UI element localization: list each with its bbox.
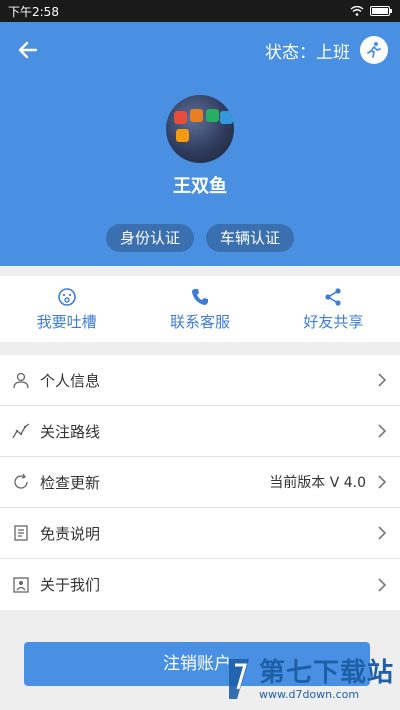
menu-item-followed-routes[interactable]: 关注路线 <box>0 406 400 457</box>
about-icon <box>13 576 29 593</box>
share-friends-button[interactable]: 好友共享 <box>267 276 400 342</box>
current-version-text: 当前版本 V 4.0 <box>269 475 366 491</box>
chevron-right-icon <box>378 373 387 387</box>
avatar[interactable] <box>166 95 234 163</box>
menu-item-label: 关于我们 <box>40 576 101 594</box>
status-bar: 下午2:58 <box>0 0 400 22</box>
route-icon <box>12 423 30 439</box>
battery-icon <box>370 6 392 16</box>
menu-item-label: 免责说明 <box>40 524 101 543</box>
status-time: 下午2:58 <box>8 4 59 19</box>
refresh-icon <box>14 473 28 489</box>
chevron-right-icon <box>378 475 387 489</box>
face-icon <box>57 287 76 306</box>
settings-menu: 个人信息 关注路线 检查更新 当前版本 V 4.0 免责说明 关于我们 <box>0 355 400 610</box>
identity-verification-button[interactable]: 身份认证 <box>106 224 194 252</box>
contact-service-label: 联系客服 <box>169 312 230 331</box>
document-icon <box>14 525 28 541</box>
wifi-icon <box>350 6 364 16</box>
chevron-right-icon <box>378 526 387 540</box>
quick-actions-bar: 我要吐槽 联系客服 好友共享 <box>0 276 400 342</box>
chevron-right-icon <box>378 424 387 438</box>
watermark: 第七下载站 www.d7down.com <box>225 655 394 703</box>
person-icon <box>13 372 29 389</box>
vehicle-verification-button[interactable]: 车辆认证 <box>206 224 294 252</box>
menu-item-personal-info[interactable]: 个人信息 <box>0 355 400 406</box>
feedback-label: 我要吐槽 <box>36 312 97 331</box>
profile-header: 状态：上班 王双鱼 身份认证 车辆认证 <box>0 22 400 266</box>
watermark-url: www.d7down.com <box>258 687 360 701</box>
back-arrow-icon[interactable] <box>14 36 42 64</box>
menu-item-label: 关注路线 <box>40 422 101 441</box>
share-friends-label: 好友共享 <box>303 312 364 331</box>
phone-icon <box>191 288 208 305</box>
feedback-button[interactable]: 我要吐槽 <box>0 276 133 342</box>
share-icon <box>325 287 341 306</box>
chevron-right-icon <box>378 577 387 592</box>
menu-item-about-us[interactable]: 关于我们 <box>0 559 400 610</box>
watermark-brand: 第七下载站 <box>258 657 394 688</box>
user-name: 王双鱼 <box>173 176 227 197</box>
runner-icon <box>367 42 381 58</box>
menu-item-check-update[interactable]: 检查更新 当前版本 V 4.0 <box>0 457 400 508</box>
watermark-logo-icon <box>228 659 249 699</box>
work-status-label: 状态：上班 <box>265 43 350 63</box>
menu-item-label: 检查更新 <box>40 473 101 492</box>
work-status-toggle[interactable] <box>360 36 388 64</box>
menu-item-disclaimer[interactable]: 免责说明 <box>0 508 400 559</box>
contact-service-button[interactable]: 联系客服 <box>133 276 266 342</box>
menu-item-label: 个人信息 <box>40 371 101 390</box>
